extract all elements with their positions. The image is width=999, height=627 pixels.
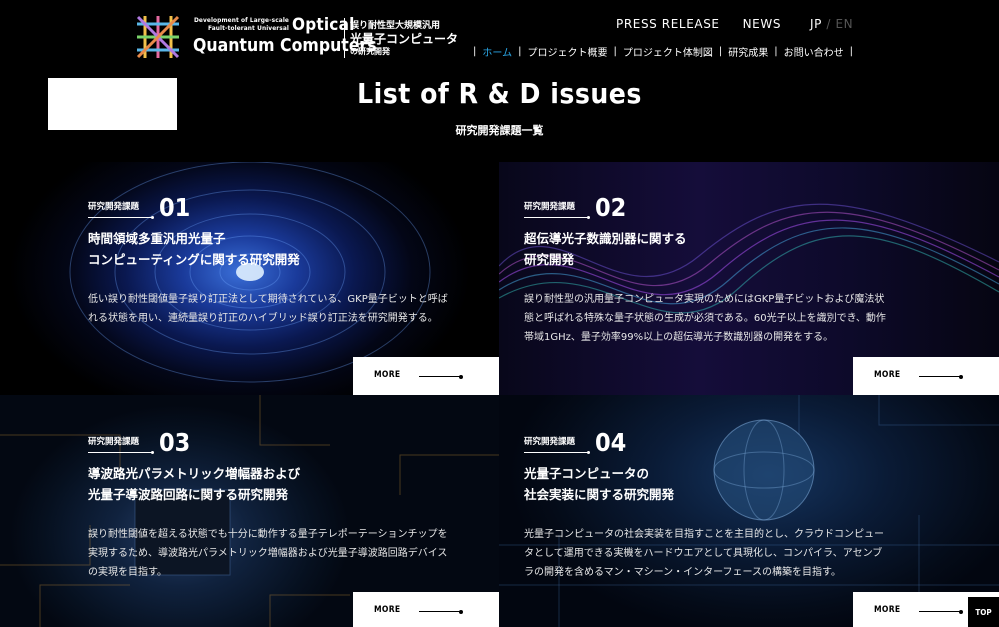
more-label: MORE <box>374 370 401 380</box>
arrow-line-icon <box>419 376 461 377</box>
card-desc-line: 実現するため、導波路光パラメトリック増幅器および光量子導波路回路デバイス <box>88 548 448 559</box>
lang-en-link[interactable]: EN <box>835 17 853 31</box>
nav-separator: | <box>518 46 522 57</box>
card-title-line: 時間領域多重汎用光量子 <box>88 231 226 246</box>
page-title: List of R & D issues <box>357 77 642 110</box>
lang-jp-link[interactable]: JP <box>810 17 822 31</box>
card-title-line: 導波路光パラメトリック増幅器および <box>88 466 301 481</box>
card-title: 導波路光パラメトリック増幅器および 光量子導波路回路に関する研究開発 <box>88 463 300 505</box>
card-title-line: 光量子コンピュータの <box>524 466 650 481</box>
card-desc-line: れる状態を用い、連続量誤り訂正のハイブリッド誤り訂正法を研究開発する。 <box>88 313 438 324</box>
news-link[interactable]: NEWS <box>743 17 781 31</box>
label-dot <box>151 216 154 219</box>
card-title-line: 社会実装に関する研究開発 <box>524 487 675 502</box>
top-nav: PRESS RELEASE NEWS <box>616 17 804 31</box>
arrow-dot-icon <box>959 374 963 379</box>
main-nav: | ホーム | プロジェクト概要 | プロジェクト体制図 | 研究成果 | お問… <box>467 44 859 59</box>
more-button[interactable]: MORE <box>353 592 499 627</box>
card-desc-line: 光量子コンピュータの社会実装を目指すことを主目的とし、クラウドコンピュー <box>524 529 884 540</box>
card-label: 研究開発課題 <box>524 202 576 212</box>
label-underline <box>524 217 588 218</box>
card-desc-line: 帯域1GHz、量子効率99%以上の超伝導光子数識別器の開発をする。 <box>524 332 834 343</box>
card-label: 研究開発課題 <box>88 202 140 212</box>
issue-card-04[interactable]: 研究開発課題 04 光量子コンピュータの 社会実装に関する研究開発 光量子コンピ… <box>499 395 999 627</box>
nav-item-contact[interactable]: お問い合わせ <box>784 44 844 59</box>
card-desc-line: ラの開発を含めるマン・マシーン・インターフェースの構築を目指す。 <box>524 567 841 578</box>
language-switcher: JP / EN <box>810 17 853 31</box>
back-to-top-button[interactable]: TOP <box>968 597 999 627</box>
nav-separator: | <box>718 46 723 57</box>
card-number: 02 <box>595 193 627 222</box>
arrow-line-icon <box>919 376 961 377</box>
logo-optical: Optical <box>292 15 355 35</box>
card-number: 01 <box>159 193 191 222</box>
card-title-line: 研究開発 <box>524 252 575 267</box>
label-dot <box>587 451 590 454</box>
logo-jp-line3: の研究開発 <box>350 47 390 56</box>
page-subtitle: 研究開発課題一覧 <box>455 124 544 137</box>
more-button[interactable]: MORE <box>353 357 499 395</box>
arrow-dot-icon <box>959 609 963 614</box>
card-label: 研究開発課題 <box>88 437 140 447</box>
card-description: 低い誤り耐性閾値量子誤り訂正法として期待されている、GKP量子ビットと呼ば れる… <box>88 290 448 328</box>
card-title: 超伝導光子数識別器に関する 研究開発 <box>524 228 687 270</box>
logo-tagline: Development of Large-scale Fault-toleran… <box>193 16 289 32</box>
site-logo[interactable]: Development of Large-scale Fault-toleran… <box>135 14 458 60</box>
nav-separator: | <box>613 46 617 57</box>
logo-divider <box>344 18 345 58</box>
arrow-line-icon <box>419 611 461 612</box>
label-underline <box>88 217 152 218</box>
arrow-dot-icon <box>459 609 463 614</box>
card-label: 研究開発課題 <box>524 437 576 447</box>
card-desc-line: 態と呼ばれる特殊な量子状態の生成が必須である。60光子以上を識別でき、動作 <box>524 313 886 324</box>
issue-card-01[interactable]: 研究開発課題 01 時間領域多重汎用光量子 コンピューティングに関する研究開発 … <box>0 162 499 395</box>
nav-item-home[interactable]: ホーム <box>482 44 512 59</box>
more-label: MORE <box>374 605 401 615</box>
nav-item-project-overview[interactable]: プロジェクト概要 <box>527 44 607 59</box>
card-title: 時間領域多重汎用光量子 コンピューティングに関する研究開発 <box>88 228 300 270</box>
nav-separator: | <box>849 46 853 57</box>
label-underline <box>88 452 152 453</box>
arrow-dot-icon <box>459 374 463 379</box>
nav-separator: | <box>774 46 778 57</box>
card-desc-line: タとして運用できる実機をハードウエアとして具現化し、コンパイラ、アセンブ <box>524 548 883 559</box>
arrow-line-icon <box>919 611 961 612</box>
label-dot <box>151 451 154 454</box>
card-number: 03 <box>159 428 191 457</box>
card-description: 誤り耐性閾値を超える状態でも十分に動作する量子テレポーテーションチップを 実現す… <box>88 525 448 582</box>
label-dot <box>587 216 590 219</box>
card-title-line: コンピューティングに関する研究開発 <box>88 252 300 267</box>
more-label: MORE <box>874 605 901 615</box>
issue-card-03[interactable]: 研究開発課題 03 導波路光パラメトリック増幅器および 光量子導波路回路に関する… <box>0 395 499 627</box>
lang-separator: / <box>826 17 832 31</box>
card-desc-line: 低い誤り耐性閾値量子誤り訂正法として期待されている、GKP量子ビットと呼ば <box>88 294 448 305</box>
card-desc-line: 誤り耐性閾値を超える状態でも十分に動作する量子テレポーテーションチップを <box>88 529 448 540</box>
nav-separator: | <box>473 46 477 57</box>
card-title-line: 超伝導光子数識別器に関する <box>524 231 687 246</box>
label-underline <box>524 452 588 453</box>
issue-card-02[interactable]: 研究開発課題 02 超伝導光子数識別器に関する 研究開発 誤り耐性型の汎用量子コ… <box>499 162 999 395</box>
nav-item-project-structure[interactable]: プロジェクト体制図 <box>623 44 713 59</box>
card-title: 光量子コンピュータの 社会実装に関する研究開発 <box>524 463 674 505</box>
lattice-logo-icon <box>136 15 180 59</box>
logo-jp-line2: 光量子コンピュータ <box>350 32 459 46</box>
card-desc-line: 誤り耐性型の汎用量子コンピュータ実現のためにはGKP量子ビットおよび魔法状 <box>524 294 885 305</box>
card-description: 光量子コンピュータの社会実装を目指すことを主目的とし、クラウドコンピュー タとし… <box>524 525 884 582</box>
more-label: MORE <box>874 370 901 380</box>
nav-item-research-results[interactable]: 研究成果 <box>728 44 768 59</box>
card-desc-line: の実現を目指す。 <box>88 567 167 578</box>
card-number: 04 <box>595 428 627 457</box>
card-description: 誤り耐性型の汎用量子コンピュータ実現のためにはGKP量子ビットおよび魔法状 態と… <box>524 290 886 347</box>
press-release-link[interactable]: PRESS RELEASE <box>616 17 720 31</box>
more-button[interactable]: MORE <box>853 357 999 395</box>
card-title-line: 光量子導波路回路に関する研究開発 <box>88 487 289 502</box>
